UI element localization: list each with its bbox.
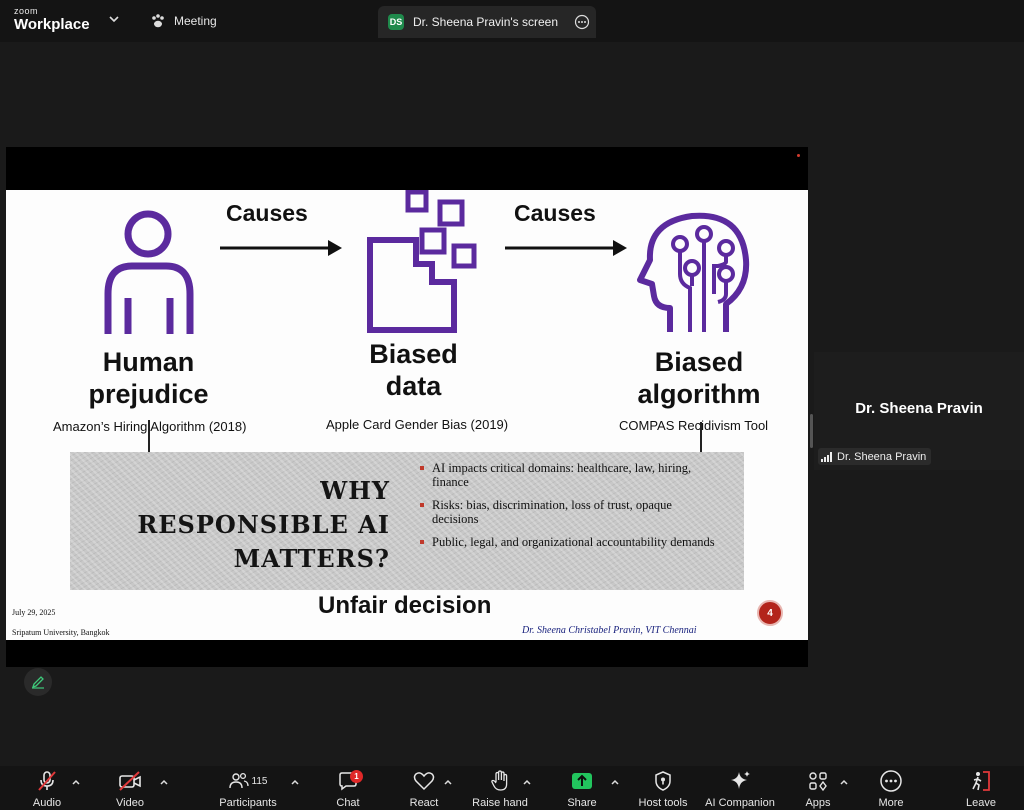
- apps-grid-icon: [809, 772, 827, 792]
- raise-hand-label: Raise hand: [472, 797, 528, 809]
- heading-line: algorithm: [637, 379, 761, 409]
- leave-label: Leave: [966, 797, 996, 809]
- chat-button[interactable]: 1 Chat: [333, 766, 363, 810]
- video-camera-off-icon: [119, 771, 141, 791]
- footer-university: Sripatum University, Bangkok: [12, 628, 110, 637]
- participant-label-text: Dr. Sheena Pravin: [837, 450, 927, 463]
- annotate-button[interactable]: [24, 668, 52, 696]
- share-button[interactable]: Share: [566, 766, 598, 810]
- apps-label: Apps: [805, 797, 831, 809]
- tab-meeting-label: Meeting: [174, 14, 217, 28]
- heart-icon: [413, 772, 435, 791]
- participant-name-label: Dr. Sheena Pravin: [818, 448, 932, 465]
- shield-icon: [655, 771, 671, 791]
- participants-options-caret-icon[interactable]: [290, 778, 300, 788]
- react-options-caret-icon[interactable]: [443, 778, 453, 788]
- banner-title: WHY RESPONSIBLE AI MATTERS?: [100, 474, 390, 576]
- heading-human-prejudice: Human prejudice: [66, 346, 231, 410]
- signal-strength-icon: [821, 451, 832, 462]
- causes-label-2: Causes: [514, 200, 596, 226]
- bullet-item: Public, legal, and organizational accoun…: [420, 535, 720, 550]
- causes-label-1: Causes: [226, 200, 308, 226]
- video-button[interactable]: Video: [113, 766, 147, 810]
- data-blocks-icon: [367, 190, 477, 333]
- banner-title-line: WHY RESPONSIBLE AI: [137, 476, 390, 539]
- arrow-right-icon: [505, 240, 627, 256]
- zoom-logo[interactable]: zoom Workplace: [14, 6, 90, 33]
- presentation-slide: Human prejudice Biased data Biased algor…: [6, 190, 808, 640]
- participant-display-name: Dr. Sheena Pravin: [855, 400, 983, 417]
- heading-line: data: [385, 371, 442, 401]
- annotation-mark: [148, 420, 150, 452]
- participants-icon: [228, 772, 249, 789]
- raise-hand-icon: [491, 770, 508, 791]
- ai-companion-button[interactable]: AI Companion: [703, 766, 777, 810]
- meeting-toolbar: Audio Video 115 Participants 1 Chat Reac…: [0, 766, 1024, 810]
- participants-count: 115: [251, 775, 268, 787]
- video-label: Video: [116, 797, 144, 809]
- more-dots-icon: [880, 770, 902, 792]
- pencil-icon: [31, 676, 44, 689]
- heading-line: Biased: [654, 347, 744, 377]
- chat-unread-badge: 1: [350, 770, 363, 783]
- host-tools-label: Host tools: [638, 797, 688, 809]
- share-screen-icon: [572, 773, 592, 789]
- chat-label: Chat: [336, 797, 360, 809]
- bullet-item: Risks: bias, discrimination, loss of tru…: [420, 498, 720, 526]
- chevron-down-icon[interactable]: [108, 13, 120, 25]
- example-apple-card: Apple Card Gender Bias (2019): [326, 417, 509, 432]
- heading-biased-algorithm: Biased algorithm: [618, 346, 780, 410]
- audio-options-caret-icon[interactable]: [71, 778, 81, 788]
- bullet-item: AI impacts critical domains: healthcare,…: [420, 461, 720, 489]
- footer-author: Dr. Sheena Christabel Pravin, VIT Chenna…: [522, 625, 697, 636]
- share-options-caret-icon[interactable]: [610, 778, 620, 788]
- arrow-right-icon: [220, 240, 342, 256]
- more-label: More: [878, 797, 904, 809]
- microphone-muted-icon: [38, 771, 56, 791]
- audio-label: Audio: [32, 797, 62, 809]
- react-label: React: [409, 797, 439, 809]
- title-bar: zoom Workplace Meeting DS Dr. Sheena Pra…: [0, 0, 1024, 42]
- host-tools-button[interactable]: Host tools: [636, 766, 690, 810]
- unfair-decision-text: Unfair decision: [318, 592, 492, 619]
- banner-title-line: MATTERS?: [233, 544, 390, 573]
- apps-button[interactable]: Apps: [804, 766, 832, 810]
- tab-meeting[interactable]: Meeting: [150, 11, 217, 31]
- heading-biased-data: Biased data: [341, 338, 486, 402]
- recording-dot: [797, 154, 800, 157]
- footer-date: July 29, 2025: [12, 608, 56, 617]
- leave-exit-icon: [972, 771, 990, 791]
- participant-video-tile[interactable]: Dr. Sheena Pravin Dr. Sheena Pravin: [814, 352, 1024, 470]
- heading-line: Human: [102, 347, 195, 377]
- tab-shared-screen-label: Dr. Sheena Pravin's screen: [413, 15, 559, 29]
- bullet-list: AI impacts critical domains: healthcare,…: [420, 461, 720, 560]
- raise-hand-button[interactable]: Raise hand: [470, 766, 530, 810]
- heading-line: prejudice: [88, 379, 209, 409]
- participants-button[interactable]: 115 Participants: [218, 766, 278, 810]
- participants-label: Participants: [219, 797, 277, 809]
- example-compas: COMPAS Recidivism Tool: [619, 418, 769, 433]
- ai-head-icon: [637, 212, 750, 332]
- raise-hand-options-caret-icon[interactable]: [522, 778, 532, 788]
- apps-options-caret-icon[interactable]: [839, 778, 849, 788]
- page-number-badge: 4: [757, 600, 783, 626]
- person-icon: [104, 210, 194, 334]
- gallery-resize-handle[interactable]: [810, 414, 813, 448]
- sharer-initials-avatar: DS: [388, 14, 404, 30]
- logo-big-text: Workplace: [14, 16, 90, 33]
- audio-button[interactable]: Audio: [30, 766, 64, 810]
- logo-small-text: zoom: [14, 6, 39, 16]
- video-options-caret-icon[interactable]: [159, 778, 169, 788]
- responsible-ai-banner: WHY RESPONSIBLE AI MATTERS? AI impacts c…: [70, 452, 744, 590]
- leave-button[interactable]: Leave: [964, 766, 998, 810]
- more-options-icon[interactable]: [574, 14, 590, 30]
- heading-line: Biased: [369, 339, 458, 369]
- sparkle-icon: [731, 771, 750, 789]
- ai-companion-label: AI Companion: [705, 797, 775, 809]
- more-button[interactable]: More: [876, 766, 906, 810]
- share-label: Share: [567, 797, 597, 809]
- react-button[interactable]: React: [408, 766, 440, 810]
- paw-icon: [152, 14, 164, 28]
- tab-shared-screen[interactable]: DS Dr. Sheena Pravin's screen: [378, 6, 596, 38]
